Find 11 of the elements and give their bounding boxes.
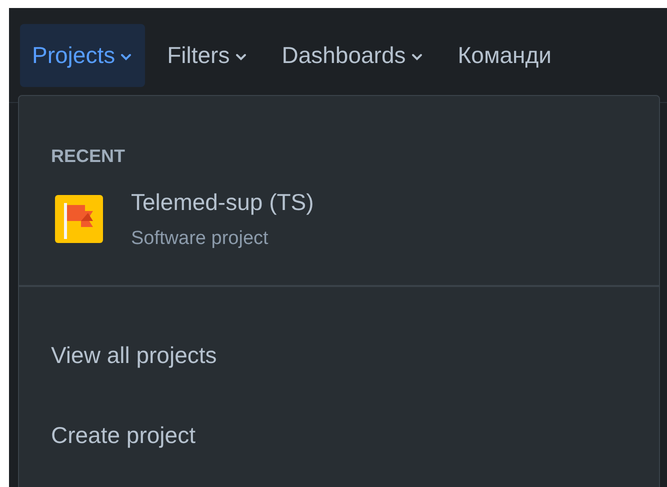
project-item[interactable]: Telemed-sup (TS) Software project xyxy=(19,184,659,254)
nav-tab[interactable]: Команди xyxy=(446,24,564,86)
nav-tab[interactable]: Filters xyxy=(155,24,260,86)
nav-tab[interactable]: Projects xyxy=(20,24,146,86)
flag-icon xyxy=(55,195,103,243)
project-type: Software project xyxy=(131,227,270,251)
menu-item[interactable]: View all projects xyxy=(19,315,659,395)
section-title: RECENT xyxy=(51,146,126,166)
menu-item[interactable]: Create project xyxy=(19,395,659,475)
nav-tab[interactable]: Dashboards xyxy=(270,24,436,86)
project-name: Telemed-sup (TS) xyxy=(131,188,314,217)
